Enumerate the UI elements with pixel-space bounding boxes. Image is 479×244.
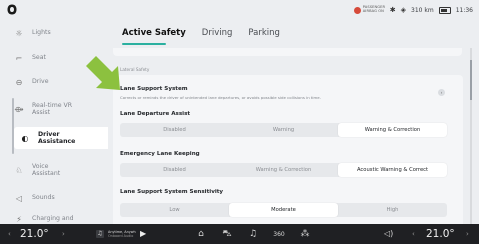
passenger-temperature[interactable]: 21.0° [426, 228, 455, 240]
chevron-left-icon[interactable]: ‹ [412, 230, 415, 238]
settings-screen: PASSENGER AIRBAG ON ✱ ◈ 310 km 11:36 ☼ L… [0, 0, 479, 244]
sidebar-item-driver-assistance[interactable]: ◐ Driver Assistance [14, 127, 108, 149]
airbag-text: PASSENGER AIRBAG ON [362, 5, 386, 13]
sidebar-item-sounds[interactable]: ◁ Sounds [14, 192, 106, 204]
charging-icon: ⚡ [16, 214, 22, 224]
sidebar-item-label: Real-time VR Assist [32, 101, 73, 117]
music-icon[interactable]: ♫ [247, 228, 259, 240]
360-camera-icon[interactable]: 360 [273, 228, 285, 240]
sidebar-item-label: Sounds [32, 194, 55, 202]
volume-icon[interactable]: ◁) [384, 229, 393, 238]
apps-icon[interactable]: ⁂ [299, 228, 311, 240]
lane-departure-option-disabled[interactable]: Disabled [120, 123, 229, 137]
lane-departure-selector: Disabled Warning Warning & Correction [120, 123, 447, 137]
sound-icon: ◁ [15, 193, 23, 203]
airbag-icon [353, 6, 361, 14]
previous-section-panel [113, 48, 462, 56]
status-bar: PASSENGER AIRBAG ON ✱ ◈ 310 km 11:36 [0, 0, 479, 20]
lane-departure-option-warning-correction[interactable]: Warning & Correction [338, 123, 447, 137]
brand-logo [7, 4, 17, 15]
emergency-lane-option-disabled[interactable]: Disabled [120, 163, 229, 177]
scrollbar-thumb[interactable] [470, 60, 472, 100]
tab-parking[interactable]: Parking [248, 28, 280, 43]
car-icon[interactable]: ⛍ [221, 228, 233, 240]
sidebar-item-lights[interactable]: ☼ Lights [14, 27, 106, 39]
sensitivity-option-low[interactable]: Low [120, 203, 229, 217]
drive-icon: ⊖ [15, 77, 23, 87]
range-value: 310 km [411, 6, 434, 14]
sidebar-item-label: Voice Assistant [32, 162, 61, 178]
voice-icon: ♘ [15, 165, 23, 175]
chevron-left-icon[interactable]: ‹ [8, 230, 11, 238]
sidebar: ☼ Lights ⌐ Seat ⊖ Drive ⟴ Real-time VR A… [0, 20, 108, 224]
sidebar-item-label: Drive [32, 78, 49, 86]
sensitivity-option-high[interactable]: High [338, 203, 447, 217]
emergency-lane-selector: Disabled Warning & Correction Acoustic W… [120, 163, 447, 177]
emergency-lane-option-warning-correction[interactable]: Warning & Correction [229, 163, 338, 177]
airbag-status: PASSENGER AIRBAG ON [353, 5, 386, 14]
media-title: Anytime, Anywh [108, 229, 136, 234]
sidebar-item-voice-assistant[interactable]: ♘ Voice Assistant [14, 161, 106, 179]
sidebar-item-label: Lights [32, 29, 51, 37]
media-info: Anytime, Anywh Onboard Audio [108, 230, 136, 238]
battery-icon [438, 6, 451, 14]
wifi-icon: ◈ [400, 6, 407, 14]
chevron-right-icon[interactable]: › [62, 230, 65, 238]
play-icon[interactable]: ▶ [140, 229, 146, 238]
chevron-right-icon[interactable]: › [466, 230, 469, 238]
lights-icon: ☼ [15, 28, 23, 38]
dock: ⌂ ⛍ ♫ 360 ⁂ [195, 228, 311, 240]
seat-icon: ⌐ [15, 53, 23, 63]
driver-assistance-icon: ◐ [21, 133, 29, 143]
lane-departure-title: Lane Departure Assist [120, 111, 191, 117]
active-tab-indicator [122, 43, 166, 45]
driver-temperature[interactable]: 21.0° [20, 228, 49, 240]
emergency-lane-title: Emergency Lane Keeping [120, 151, 200, 157]
lane-departure-option-warning[interactable]: Warning [229, 123, 338, 137]
clock: 11:36 [455, 6, 473, 14]
sensitivity-selector: Low Moderate High [120, 203, 447, 217]
arrow-icon [86, 56, 120, 90]
lane-support-title: Lane Support System [120, 86, 188, 92]
tab-active-safety[interactable]: Active Safety [122, 28, 186, 43]
vr-assist-icon: ⟴ [14, 104, 24, 114]
info-icon[interactable]: › [438, 89, 445, 96]
lane-support-description: Corrects or reminds the driver of uninte… [120, 95, 321, 100]
home-icon[interactable]: ⌂ [195, 228, 207, 240]
media-source: Onboard Audio [108, 233, 134, 238]
bottom-bar: ‹ 21.0° › ♫ Anytime, Anywh Onboard Audio… [0, 224, 479, 244]
sidebar-item-label: Driver Assistance [38, 130, 76, 146]
tab-bar: Active Safety Driving Parking [122, 28, 280, 43]
sidebar-item-label: Seat [32, 54, 46, 62]
music-note-icon: ♫ [96, 229, 104, 238]
sidebar-item-label: Charging and [32, 215, 74, 223]
sensitivity-option-moderate[interactable]: Moderate [229, 203, 338, 217]
tab-driving[interactable]: Driving [202, 28, 233, 43]
emergency-lane-option-acoustic[interactable]: Acoustic Warning & Correct [338, 163, 447, 177]
status-indicators: PASSENGER AIRBAG ON ✱ ◈ 310 km 11:36 [353, 4, 473, 16]
sidebar-item-vr-assist[interactable]: ⟴ Real-time VR Assist [14, 100, 106, 118]
sensitivity-title: Lane Support System Sensitivity [120, 189, 224, 195]
media-widget[interactable]: ♫ Anytime, Anywh Onboard Audio ▶ [96, 229, 146, 238]
bluetooth-icon: ✱ [389, 6, 396, 14]
